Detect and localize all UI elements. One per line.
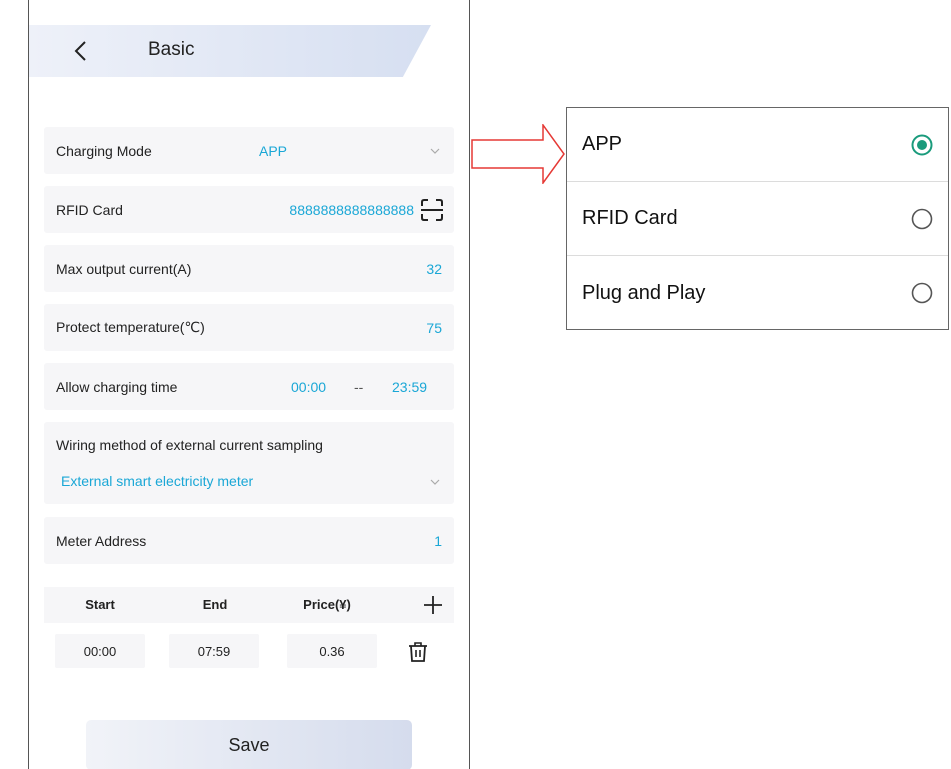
radio-selected-icon — [911, 134, 933, 155]
option-label: Plug and Play — [582, 281, 706, 304]
protect-temp-label: Protect temperature(℃) — [56, 319, 205, 335]
rfid-card-value: 8888888888888888 — [289, 201, 414, 218]
charging-time-label: Allow charging time — [56, 378, 178, 395]
chevron-down-icon — [430, 479, 440, 485]
option-label: APP — [582, 133, 623, 155]
page-title: Basic — [148, 39, 195, 60]
price-table-header: Start End Price(¥) — [44, 587, 454, 623]
option-rfid-card[interactable]: RFID Card — [567, 182, 948, 256]
charging-mode-label: Charging Mode — [56, 142, 152, 159]
wiring-method-select[interactable]: External smart electricity meter — [44, 466, 454, 496]
header-bar: Basic — [29, 25, 431, 77]
protect-temp-row[interactable]: Protect temperature(℃) 75 — [44, 304, 454, 351]
option-app[interactable]: APP — [567, 108, 948, 182]
charging-time-start[interactable]: 00:00 — [291, 379, 326, 395]
add-icon[interactable] — [423, 595, 443, 615]
radio-unselected-icon — [911, 208, 933, 229]
save-button[interactable]: Save — [86, 720, 412, 769]
col-price-header: Price(¥) — [303, 597, 351, 612]
protect-temp-value: 75 — [426, 319, 442, 336]
row-start-time[interactable]: 00:00 — [55, 634, 145, 668]
back-button[interactable] — [67, 38, 93, 64]
col-start-header: Start — [85, 597, 115, 612]
charging-time-separator: -- — [354, 378, 364, 395]
chevron-down-icon — [430, 148, 440, 154]
radio-unselected-icon — [911, 282, 933, 304]
phone-screen: Basic Charging Mode APP RFID Card 888888… — [28, 0, 470, 769]
option-plug-and-play[interactable]: Plug and Play — [567, 256, 948, 330]
meter-address-row[interactable]: Meter Address 1 — [44, 517, 454, 564]
wiring-method-label: Wiring method of external current sampli… — [56, 437, 323, 453]
max-current-label: Max output current(A) — [56, 260, 192, 277]
wiring-method-value: External smart electricity meter — [61, 473, 254, 489]
arrow-right-icon — [471, 124, 565, 184]
charging-mode-value: APP — [259, 142, 288, 159]
row-price[interactable]: 0.36 — [287, 634, 377, 668]
row-end-time[interactable]: 07:59 — [169, 634, 259, 668]
rfid-card-row[interactable]: RFID Card 8888888888888888 — [44, 186, 454, 233]
option-label: RFID Card — [582, 207, 678, 229]
scan-icon[interactable] — [420, 198, 444, 222]
meter-address-value: 1 — [434, 532, 442, 549]
max-current-row[interactable]: Max output current(A) 32 — [44, 245, 454, 292]
meter-address-label: Meter Address — [56, 532, 147, 549]
charging-time-row: Allow charging time 00:00 -- 23:59 — [44, 363, 454, 410]
chevron-left-icon — [74, 41, 86, 61]
charging-mode-dropdown: APP RFID Card Plug and Play — [566, 107, 949, 330]
max-current-value: 32 — [426, 260, 442, 277]
charging-time-end[interactable]: 23:59 — [392, 379, 427, 395]
trash-icon[interactable] — [407, 641, 429, 663]
wiring-method-section: Wiring method of external current sampli… — [44, 422, 454, 504]
col-end-header: End — [202, 597, 228, 612]
charging-mode-select[interactable]: Charging Mode APP — [44, 127, 454, 174]
